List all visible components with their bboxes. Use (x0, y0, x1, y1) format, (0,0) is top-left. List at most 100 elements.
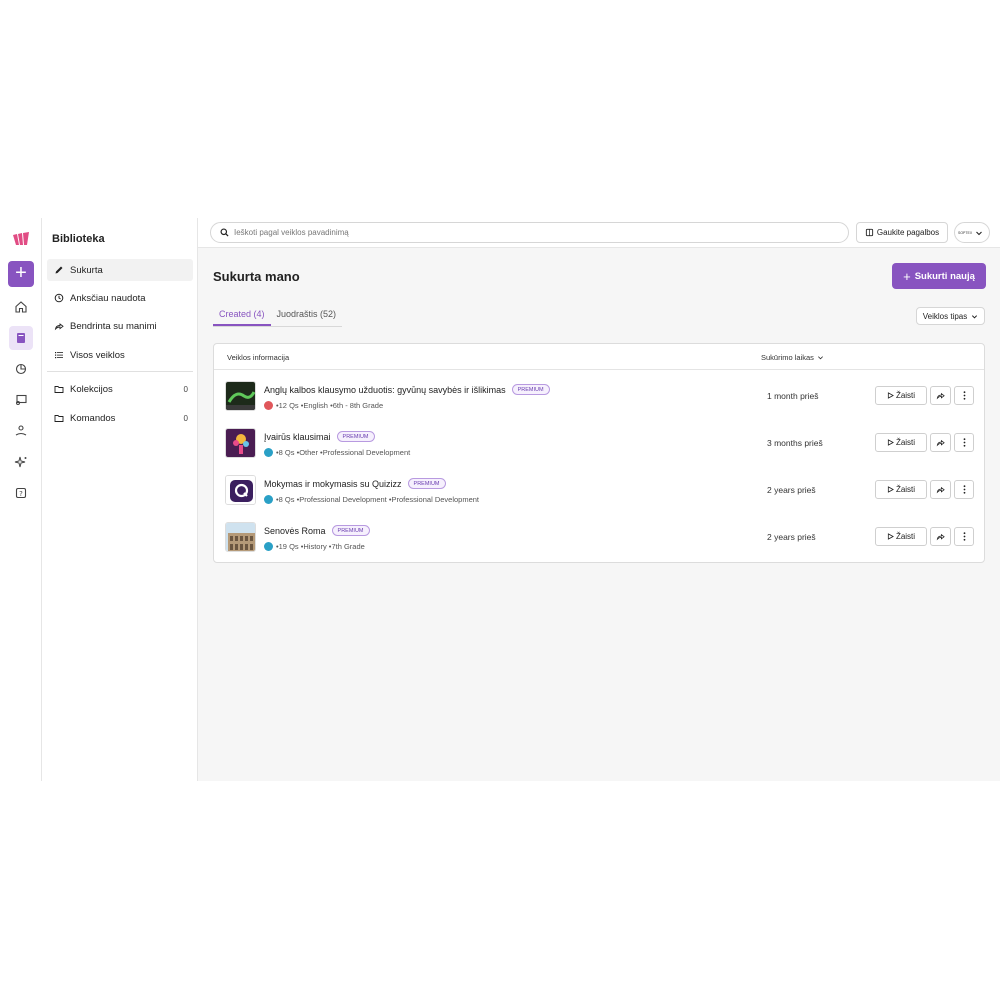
activity-title[interactable]: Įvairūs klausimai (264, 432, 331, 442)
sidebar-item-collections[interactable]: Kolekcijos 0 (47, 378, 193, 400)
column-header-created-time[interactable]: Sukūrimo laikas (761, 353, 824, 362)
sidebar-item-created[interactable]: Sukurta (47, 259, 193, 281)
column-header-info: Veiklos informacija (227, 353, 290, 362)
reports-nav[interactable] (9, 357, 33, 381)
sidebar-item-label: Kolekcijos (70, 383, 113, 395)
question-count: 19 Qs (278, 542, 299, 551)
activity-type-label: Veiklos tipas (922, 311, 968, 321)
share-button[interactable] (930, 527, 951, 546)
share-icon (936, 486, 945, 494)
more-options-button[interactable] (954, 480, 974, 499)
sidebar-item-all-activities[interactable]: Visos veiklos (47, 344, 193, 366)
help-label: Gaukite pagalbos (876, 228, 940, 237)
play-label: Žaisti (895, 485, 916, 494)
premium-badge: PREMIUM (511, 384, 550, 395)
grade: Professional Development (391, 495, 480, 504)
activity-type-filter[interactable]: Veiklos tipas (916, 307, 985, 325)
accommodations-icon (15, 425, 27, 436)
share-icon (936, 392, 945, 400)
play-button[interactable]: Žaisti (875, 386, 927, 405)
folder-icon (54, 415, 64, 422)
share-button[interactable] (930, 386, 951, 405)
more-options-button[interactable] (954, 386, 974, 405)
search-input[interactable]: Ieškoti pagal veiklos pavadinimą (210, 222, 849, 243)
share-icon (936, 533, 945, 541)
sidebar-item-label: Komandos (70, 412, 116, 424)
app-window: + ? Biblioteka Sukurta Anksčiau naudota … (0, 218, 1000, 781)
table-row[interactable]: Įvairūs klausimai PREMIUM • 8 Qs • Other… (214, 419, 984, 466)
share-button[interactable] (930, 433, 951, 452)
sidebar-item-label: Bendrinta su manimi (70, 320, 157, 332)
get-help-button[interactable]: Gaukite pagalbos (856, 222, 948, 243)
page-title: Sukurta mano (213, 269, 300, 284)
collections-count: 0 (183, 384, 188, 394)
play-button[interactable]: Žaisti (875, 433, 927, 452)
premium-badge: PREMIUM (331, 525, 370, 536)
play-label: Žaisti (895, 532, 916, 541)
sidebar-item-label: Anksčiau naudota (70, 292, 146, 304)
activity-title[interactable]: Mokymas ir mokymasis su Quizizz (264, 479, 402, 489)
created-time: 2 years prieš (767, 532, 816, 542)
help-icon: ? (15, 487, 27, 499)
home-icon (15, 301, 27, 313)
more-options-button[interactable] (954, 433, 974, 452)
classes-nav[interactable] (9, 388, 33, 412)
created-time: 1 month prieš (767, 391, 819, 401)
activity-title[interactable]: Senovės Roma (264, 526, 326, 536)
avatar: SOPTEX (958, 230, 973, 235)
reports-icon (15, 363, 27, 375)
create-button[interactable]: + (8, 261, 34, 287)
library-nav[interactable] (9, 326, 33, 350)
grade: 6th - 8th Grade (332, 401, 384, 410)
table-row[interactable]: Senovės Roma PREMIUM • 19 Qs • History •… (214, 513, 984, 560)
play-button[interactable]: Žaisti (875, 527, 927, 546)
play-label: Žaisti (895, 391, 916, 400)
subject: Professional Development (299, 495, 387, 504)
created-time: 2 years prieš (767, 485, 816, 495)
accommodations-nav[interactable] (9, 419, 33, 443)
tab-created[interactable]: Created (4) (213, 306, 271, 326)
sidebar-item-previously-used[interactable]: Anksčiau naudota (47, 287, 193, 309)
search-icon (220, 228, 229, 237)
list-icon (55, 352, 63, 359)
chevron-down-icon (817, 356, 823, 360)
subject: English (303, 401, 328, 410)
table-row[interactable]: Anglų kalbos klausymo užduotis: gyvūnų s… (214, 372, 984, 419)
share-button[interactable] (930, 480, 951, 499)
help-nav[interactable]: ? (9, 481, 33, 505)
tab-drafts[interactable]: Juodraštis (52) (271, 306, 343, 326)
column-header-created-time-label: Sukūrimo laikas (761, 353, 814, 362)
logo-icon[interactable] (12, 232, 30, 246)
search-placeholder: Ieškoti pagal veiklos pavadinimą (234, 228, 349, 237)
ai-nav[interactable] (9, 450, 33, 474)
more-vertical-icon (963, 485, 965, 494)
create-new-button[interactable]: + Sukurti naują (892, 263, 986, 289)
pencil-icon (55, 266, 63, 274)
question-count: 8 Qs (278, 495, 295, 504)
profile-menu[interactable]: SOPTEX (954, 222, 990, 243)
question-type-icon (264, 542, 273, 551)
more-options-button[interactable] (954, 527, 974, 546)
activity-title[interactable]: Anglų kalbos klausymo užduotis: gyvūnų s… (264, 385, 506, 395)
activity-thumbnail (225, 522, 256, 552)
library-sidebar: Biblioteka Sukurta Anksčiau naudota Bend… (42, 218, 198, 781)
share-icon (936, 439, 945, 447)
activity-thumbnail (225, 475, 256, 505)
table-row[interactable]: Mokymas ir mokymasis su Quizizz PREMIUM … (214, 466, 984, 513)
activities-table: Veiklos informacija Sukūrimo laikas Angl… (213, 343, 985, 563)
play-button[interactable]: Žaisti (875, 480, 927, 499)
play-icon (887, 392, 894, 399)
sidebar-item-label: Visos veiklos (70, 349, 125, 361)
library-icon (17, 333, 25, 343)
sidebar-divider (47, 371, 193, 372)
more-vertical-icon (963, 391, 965, 400)
plus-icon: + (903, 268, 911, 284)
home-nav[interactable] (9, 295, 33, 319)
premium-badge: PREMIUM (336, 431, 375, 442)
sidebar-item-label: Sukurta (70, 264, 103, 276)
chevron-down-icon (976, 231, 983, 235)
sidebar-item-teams[interactable]: Komandos 0 (47, 407, 193, 429)
clock-icon (54, 293, 64, 303)
sidebar-item-shared-with-me[interactable]: Bendrinta su manimi (47, 315, 193, 337)
subject: History (303, 542, 327, 551)
